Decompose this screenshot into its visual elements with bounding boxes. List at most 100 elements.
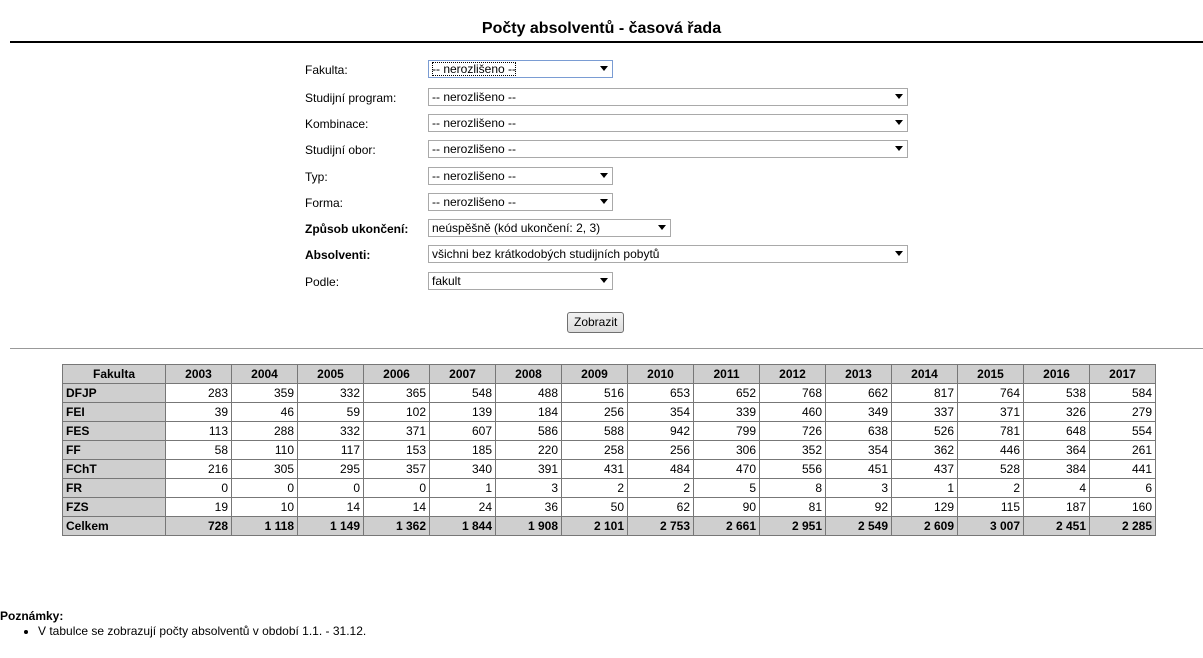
podle-label: Podle: xyxy=(305,275,340,289)
table-cell: 3 xyxy=(825,478,892,498)
podle-select[interactable]: fakult xyxy=(428,272,613,290)
table-cell: 160 xyxy=(1089,497,1156,517)
zpusob-ukonceni-select-value: neúspěšně (kód ukončení: 2, 3) xyxy=(432,221,601,235)
fakulta-select[interactable]: -- nerozlišeno -- xyxy=(428,60,613,78)
row-label: FF xyxy=(62,440,166,460)
zpusob-ukonceni-select[interactable]: neúspěšně (kód ukončení: 2, 3) xyxy=(428,219,671,237)
table-cell: 3 007 xyxy=(957,516,1024,536)
table-cell: 0 xyxy=(363,478,430,498)
studijni-obor-select[interactable]: -- nerozlišeno -- xyxy=(428,140,908,158)
typ-label: Typ: xyxy=(305,170,328,184)
table-cell: 10 xyxy=(231,497,298,517)
table-cell: 0 xyxy=(165,478,232,498)
table-cell: 2 549 xyxy=(825,516,892,536)
kombinace-select-value: -- nerozlišeno -- xyxy=(432,116,517,130)
studijni-program-label: Studijní program: xyxy=(305,91,397,105)
table-cell: 326 xyxy=(1023,402,1090,422)
table-cell: 283 xyxy=(165,383,232,403)
row-label: Celkem xyxy=(62,516,166,536)
table-cell: 2 101 xyxy=(561,516,628,536)
table-cell: 0 xyxy=(231,478,298,498)
table-cell: 258 xyxy=(561,440,628,460)
table-cell: 1 xyxy=(429,478,496,498)
table-cell: 1 844 xyxy=(429,516,496,536)
table-cell: 184 xyxy=(495,402,562,422)
chevron-down-icon xyxy=(600,173,608,178)
table-body: DFJP 283 359 332 365 548 488 516 653 652 768 662 817… xyxy=(62,383,1156,536)
table-cell: 538 xyxy=(1023,383,1090,403)
table-cell: 357 xyxy=(363,459,430,479)
studijni-program-select[interactable]: -- nerozlišeno -- xyxy=(428,88,908,106)
table-cell: 446 xyxy=(957,440,1024,460)
absolventi-label: Absolventi: xyxy=(305,248,371,262)
typ-select[interactable]: -- nerozlišeno -- xyxy=(428,167,613,185)
table-cell: 607 xyxy=(429,421,496,441)
table-cell: 554 xyxy=(1089,421,1156,441)
table-cell: 2 xyxy=(561,478,628,498)
column-header: 2005 xyxy=(297,364,364,384)
table-cell: 354 xyxy=(627,402,694,422)
title-divider xyxy=(10,41,1203,43)
column-header: 2014 xyxy=(891,364,958,384)
column-header: 2009 xyxy=(561,364,628,384)
chevron-down-icon xyxy=(600,199,608,204)
table-cell: 484 xyxy=(627,459,694,479)
absolventi-select[interactable]: všichni bez krátkodobých studijních poby… xyxy=(428,245,908,263)
table-cell: 2 753 xyxy=(627,516,694,536)
table-cell: 2 951 xyxy=(759,516,826,536)
table-cell: 349 xyxy=(825,402,892,422)
fakulta-select-value: -- nerozlišeno -- xyxy=(432,62,517,76)
table-cell: 2 609 xyxy=(891,516,958,536)
table-cell: 526 xyxy=(891,421,958,441)
table-cell: 337 xyxy=(891,402,958,422)
table-cell: 115 xyxy=(957,497,1024,517)
table-cell: 431 xyxy=(561,459,628,479)
table-cell: 153 xyxy=(363,440,430,460)
forma-select[interactable]: -- nerozlišeno -- xyxy=(428,193,613,211)
table-cell: 441 xyxy=(1089,459,1156,479)
column-header: 2007 xyxy=(429,364,496,384)
row-label: DFJP xyxy=(62,383,166,403)
kombinace-select[interactable]: -- nerozlišeno -- xyxy=(428,114,908,132)
table-cell: 2 xyxy=(627,478,694,498)
table-cell: 1 908 xyxy=(495,516,562,536)
table-row: FF 58 110 117 153 185 220 258 256 306 352 354 362 446… xyxy=(62,440,1156,460)
table-cell: 81 xyxy=(759,497,826,517)
table-cell: 139 xyxy=(429,402,496,422)
zpusob-ukonceni-label: Způsob ukončení: xyxy=(305,222,409,236)
zobrazit-button[interactable]: Zobrazit xyxy=(567,312,625,333)
table-cell: 2 661 xyxy=(693,516,760,536)
kombinace-label: Kombinace: xyxy=(305,117,369,131)
table-cell: 332 xyxy=(297,421,364,441)
table-cell: 516 xyxy=(561,383,628,403)
table-cell: 24 xyxy=(429,497,496,517)
table-cell: 279 xyxy=(1089,402,1156,422)
notes-list: V tabulce se zobrazují počty absolventů … xyxy=(26,624,366,638)
table-cell: 652 xyxy=(693,383,760,403)
table-cell: 451 xyxy=(825,459,892,479)
table-cell: 39 xyxy=(165,402,232,422)
column-header: 2016 xyxy=(1023,364,1090,384)
table-row: FZS 19 10 14 14 24 36 50 62 90 81 92 129 115 187 160 xyxy=(62,497,1156,517)
table-cell: 185 xyxy=(429,440,496,460)
table-cell: 295 xyxy=(297,459,364,479)
table-cell: 768 xyxy=(759,383,826,403)
table-cell: 1 149 xyxy=(297,516,364,536)
column-header: 2010 xyxy=(627,364,694,384)
table-cell: 6 xyxy=(1089,478,1156,498)
column-header: Fakulta xyxy=(62,364,166,384)
table-cell: 548 xyxy=(429,383,496,403)
table-cell: 8 xyxy=(759,478,826,498)
table-cell: 62 xyxy=(627,497,694,517)
table-cell: 781 xyxy=(957,421,1024,441)
table-cell: 14 xyxy=(363,497,430,517)
table-row: FChT 216 305 295 357 340 391 431 484 470 556 451 437… xyxy=(62,459,1156,479)
table-cell: 588 xyxy=(561,421,628,441)
table-cell: 799 xyxy=(693,421,760,441)
table-cell: 113 xyxy=(165,421,232,441)
table-cell: 0 xyxy=(297,478,364,498)
table-cell: 371 xyxy=(363,421,430,441)
table-cell: 5 xyxy=(693,478,760,498)
table-cell: 817 xyxy=(891,383,958,403)
table-cell: 528 xyxy=(957,459,1024,479)
